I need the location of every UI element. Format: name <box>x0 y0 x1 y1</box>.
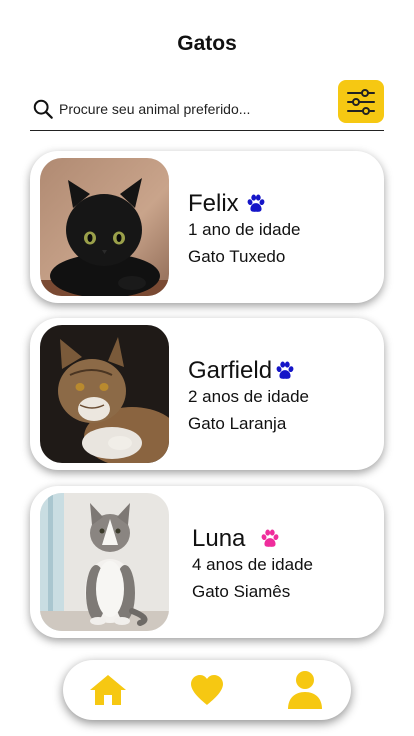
pet-info: Luna 4 anos de idade Gato Siamês <box>192 524 313 602</box>
heart-icon <box>191 675 223 705</box>
pet-card-luna[interactable]: Luna 4 anos de idade Gato Siamês <box>30 486 384 638</box>
pet-name: Garfield <box>188 357 273 384</box>
pet-breed: Gato Laranja <box>188 414 287 433</box>
paw-icon <box>261 529 279 547</box>
pet-name: Felix <box>188 190 239 217</box>
paw-icon <box>247 194 265 212</box>
paw-icon <box>276 361 294 379</box>
pet-photo-luna <box>40 493 169 631</box>
pet-age: 4 anos de idade <box>192 555 313 574</box>
search-input[interactable] <box>59 97 329 121</box>
user-icon <box>288 671 322 709</box>
search-icon <box>33 99 53 119</box>
pet-photo-garfield <box>40 325 169 463</box>
pet-card-garfield[interactable]: Garfield 2 anos de idade Gato Laranja <box>30 318 384 470</box>
bottom-nav <box>63 660 351 720</box>
pet-info: Felix 1 ano de idade Gato Tuxedo <box>188 189 301 267</box>
pet-age: 1 ano de idade <box>188 220 301 239</box>
filter-button[interactable] <box>338 80 384 123</box>
pet-photo-felix <box>40 158 169 296</box>
search-bar <box>30 80 384 131</box>
pet-age: 2 anos de idade <box>188 387 309 406</box>
pet-breed: Gato Siamês <box>192 582 291 601</box>
pet-info: Garfield 2 anos de idade Gato Laranja <box>188 356 309 434</box>
pet-breed: Gato Tuxedo <box>188 247 286 266</box>
sliders-icon <box>347 88 375 115</box>
pet-card-felix[interactable]: Felix 1 ano de idade Gato Tuxedo <box>30 151 384 303</box>
page-title: Gatos <box>177 32 237 55</box>
nav-home-button[interactable] <box>88 670 128 710</box>
nav-favorites-button[interactable] <box>187 670 227 710</box>
home-icon <box>90 675 126 705</box>
nav-profile-button[interactable] <box>285 670 325 710</box>
pet-name: Luna <box>192 525 246 552</box>
